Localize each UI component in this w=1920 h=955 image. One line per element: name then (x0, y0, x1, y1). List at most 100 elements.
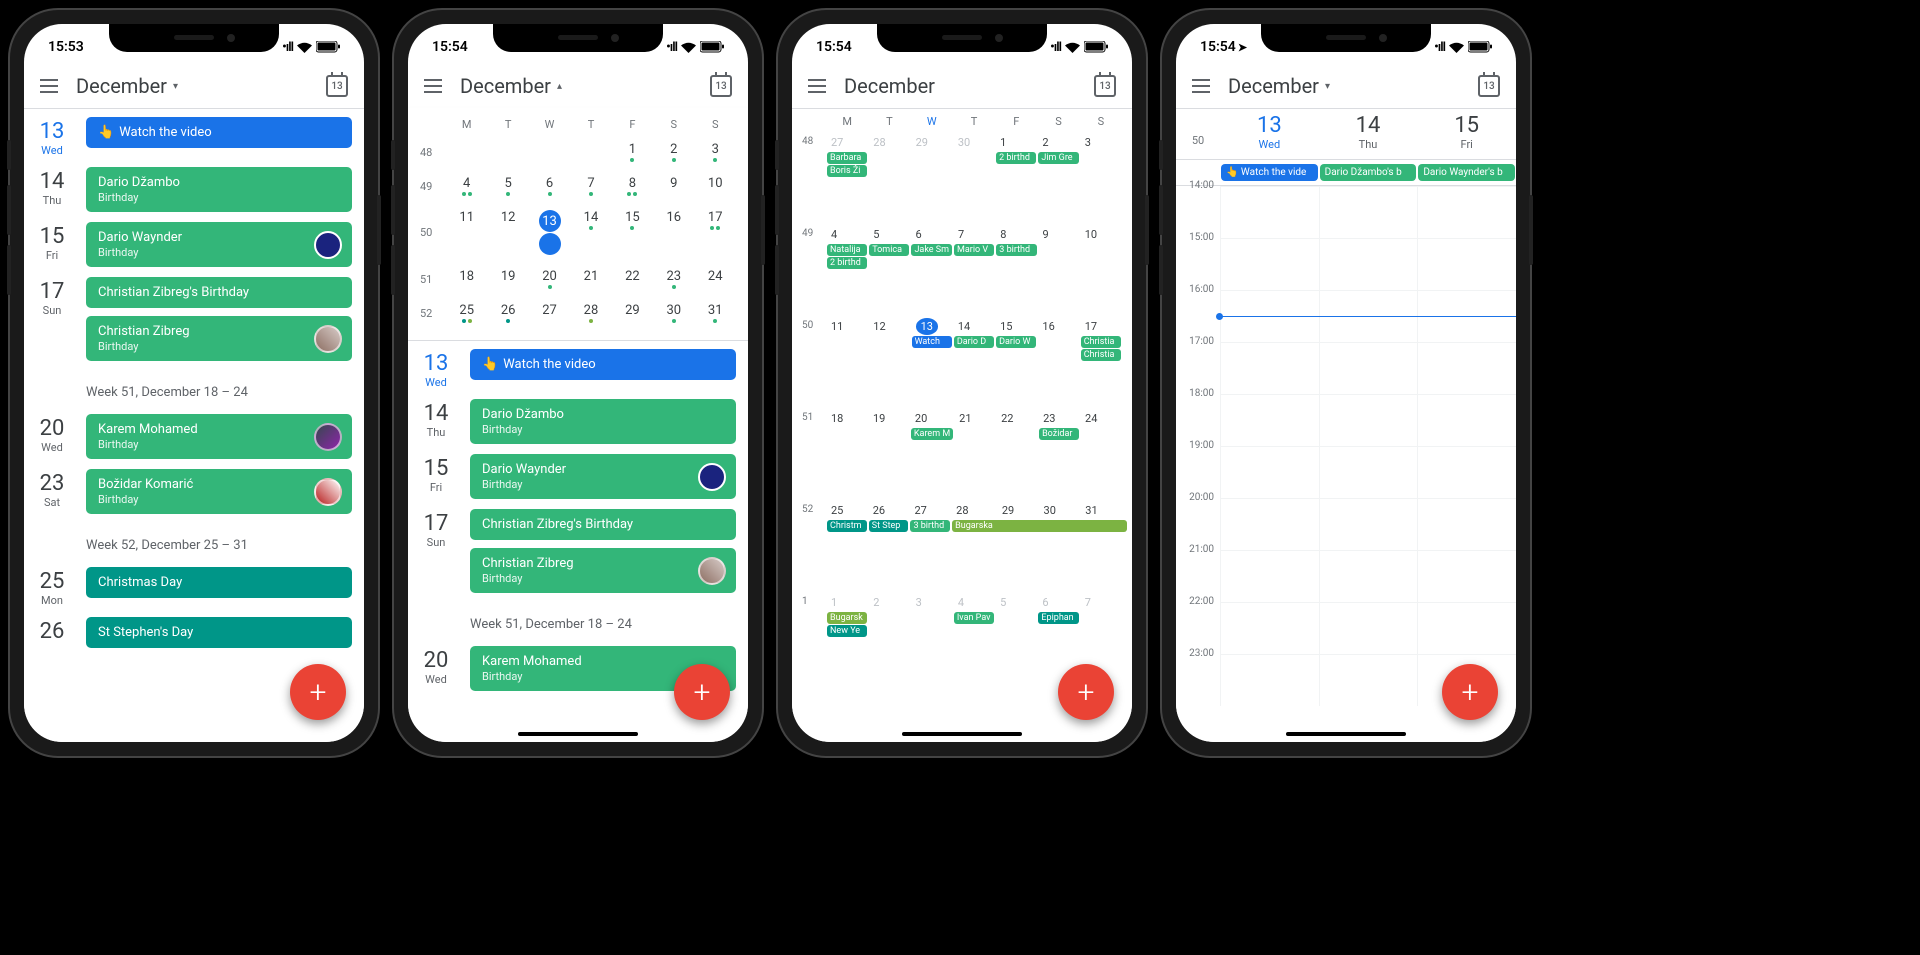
month-day-cell[interactable]: 17ChristiaChristia (1080, 316, 1122, 408)
mini-day[interactable]: 9 (653, 169, 694, 203)
event-chip[interactable]: Christia (1081, 336, 1121, 348)
month-day-cell[interactable]: 3 (911, 592, 953, 684)
month-day-cell[interactable]: 30 (1039, 500, 1081, 592)
event-chip[interactable]: Jake Sm (911, 244, 952, 256)
time-slot[interactable] (1417, 187, 1516, 238)
time-slot[interactable] (1220, 239, 1319, 290)
event-chip[interactable]: Božidar (1039, 428, 1079, 440)
mini-day[interactable]: 5 (487, 169, 528, 203)
today-button[interactable]: 13 (1478, 75, 1500, 97)
time-slot[interactable] (1319, 395, 1418, 446)
event-card[interactable]: Dario DžamboBirthday (86, 167, 352, 212)
time-slot[interactable] (1417, 239, 1516, 290)
event-card[interactable]: 👆Watch the video (86, 117, 352, 148)
home-indicator[interactable] (1286, 732, 1406, 736)
event-chip[interactable]: New Ye (827, 625, 867, 637)
mini-day[interactable]: 7 (570, 169, 611, 203)
time-slot[interactable] (1319, 551, 1418, 602)
three-day-grid[interactable]: 5013Wed14Thu15Fri👆 Watch the videDario D… (1176, 109, 1516, 742)
mini-day[interactable]: 13 (529, 203, 570, 262)
mini-day[interactable] (487, 135, 528, 169)
mini-day[interactable]: 22 (612, 262, 653, 296)
mini-day[interactable]: 31 (695, 296, 736, 330)
event-card[interactable]: Božidar KomarićBirthday (86, 469, 352, 514)
event-card[interactable]: Christian Zibreg's Birthday (86, 277, 352, 308)
create-event-fab[interactable]: + (674, 664, 730, 720)
menu-icon[interactable] (424, 79, 442, 93)
event-chip[interactable]: Bugarska (952, 520, 1127, 532)
mini-day[interactable]: 27 (529, 296, 570, 330)
time-slot[interactable] (1417, 499, 1516, 550)
event-card[interactable]: Christian ZibregBirthday (470, 548, 736, 593)
event-card[interactable]: 👆Watch the video (470, 349, 736, 380)
day-header[interactable]: 15Fri (1417, 113, 1516, 151)
mini-day[interactable]: 25 (446, 296, 487, 330)
mini-day[interactable]: 19 (487, 262, 528, 296)
month-day-cell[interactable]: 6Jake Sm (910, 224, 953, 316)
event-chip[interactable]: Dario W (996, 336, 1036, 348)
time-slot[interactable] (1417, 447, 1516, 498)
mini-day[interactable]: 2 (653, 135, 694, 169)
month-selector[interactable]: December (844, 74, 1076, 98)
mini-day[interactable]: 1 (612, 135, 653, 169)
menu-icon[interactable] (40, 79, 58, 93)
event-card[interactable]: St Stephen's Day (86, 617, 352, 648)
time-slot[interactable] (1220, 655, 1319, 706)
event-card[interactable]: Christian Zibreg's Birthday (470, 509, 736, 540)
allday-event[interactable]: 👆 Watch the vide (1221, 164, 1318, 181)
event-card[interactable]: Dario WaynderBirthday (470, 454, 736, 499)
month-day-cell[interactable]: 26St Step (868, 500, 910, 592)
month-day-cell[interactable]: 21 (954, 408, 996, 500)
month-grid[interactable]: MTWTFSS4827BarbaraBoris Ži28293012 birth… (792, 109, 1132, 684)
mini-day[interactable]: 17 (695, 203, 736, 262)
event-chip[interactable]: Jim Gre (1038, 152, 1078, 164)
month-day-cell[interactable]: 24 (1080, 408, 1122, 500)
time-slot[interactable] (1319, 187, 1418, 238)
event-chip[interactable]: Mario V (954, 244, 994, 256)
time-slot[interactable] (1319, 239, 1418, 290)
today-button[interactable]: 13 (326, 75, 348, 97)
event-chip[interactable]: Dario D (954, 336, 994, 348)
today-button[interactable]: 13 (710, 75, 732, 97)
month-day-cell[interactable]: 9 (1038, 224, 1080, 316)
month-day-cell[interactable]: 16 (1037, 316, 1079, 408)
month-day-cell[interactable]: 14Dario D (953, 316, 995, 408)
mini-day[interactable] (570, 135, 611, 169)
time-slot[interactable] (1319, 499, 1418, 550)
mini-day[interactable]: 4 (446, 169, 487, 203)
time-slot[interactable] (1417, 395, 1516, 446)
allday-event[interactable]: Dario Džambo's b (1320, 164, 1417, 181)
mini-day[interactable]: 11 (446, 203, 487, 262)
mini-day[interactable]: 14 (570, 203, 611, 262)
event-chip[interactable]: 3 birthd (996, 244, 1036, 256)
month-day-cell[interactable]: 15Dario W (995, 316, 1037, 408)
event-chip[interactable]: Barbara (827, 152, 867, 164)
home-indicator[interactable] (902, 732, 1022, 736)
time-slot[interactable] (1220, 343, 1319, 394)
day-header[interactable]: 14Thu (1319, 113, 1418, 151)
mini-day[interactable]: 10 (695, 169, 736, 203)
month-selector[interactable]: December ▾ (76, 74, 308, 98)
mini-day[interactable]: 3 (695, 135, 736, 169)
event-chip[interactable]: Christia (1081, 349, 1121, 361)
month-day-cell[interactable]: 19 (868, 408, 910, 500)
event-card[interactable]: Karem MohamedBirthday (86, 414, 352, 459)
event-card[interactable]: Christian ZibregBirthday (86, 316, 352, 361)
time-slot[interactable] (1220, 603, 1319, 654)
mini-day[interactable]: 16 (653, 203, 694, 262)
time-slot[interactable] (1319, 343, 1418, 394)
month-day-cell[interactable]: 12 (868, 316, 910, 408)
time-slot[interactable] (1220, 187, 1319, 238)
month-day-cell[interactable]: 27BarbaraBoris Ži (826, 132, 868, 224)
month-day-cell[interactable]: 25Christm (826, 500, 868, 592)
mini-day[interactable] (529, 135, 570, 169)
month-day-cell[interactable]: 22 (996, 408, 1038, 500)
month-day-cell[interactable]: 4Ivan Pav (953, 592, 995, 684)
month-day-cell[interactable]: 7Mario V (953, 224, 995, 316)
event-chip[interactable]: Christm (827, 520, 867, 532)
event-chip[interactable]: Watch (912, 336, 952, 348)
month-day-cell[interactable]: 29 (911, 132, 953, 224)
time-slot[interactable] (1417, 343, 1516, 394)
month-day-cell[interactable]: 5Tomica (868, 224, 910, 316)
month-day-cell[interactable]: 12 birthd (995, 132, 1037, 224)
